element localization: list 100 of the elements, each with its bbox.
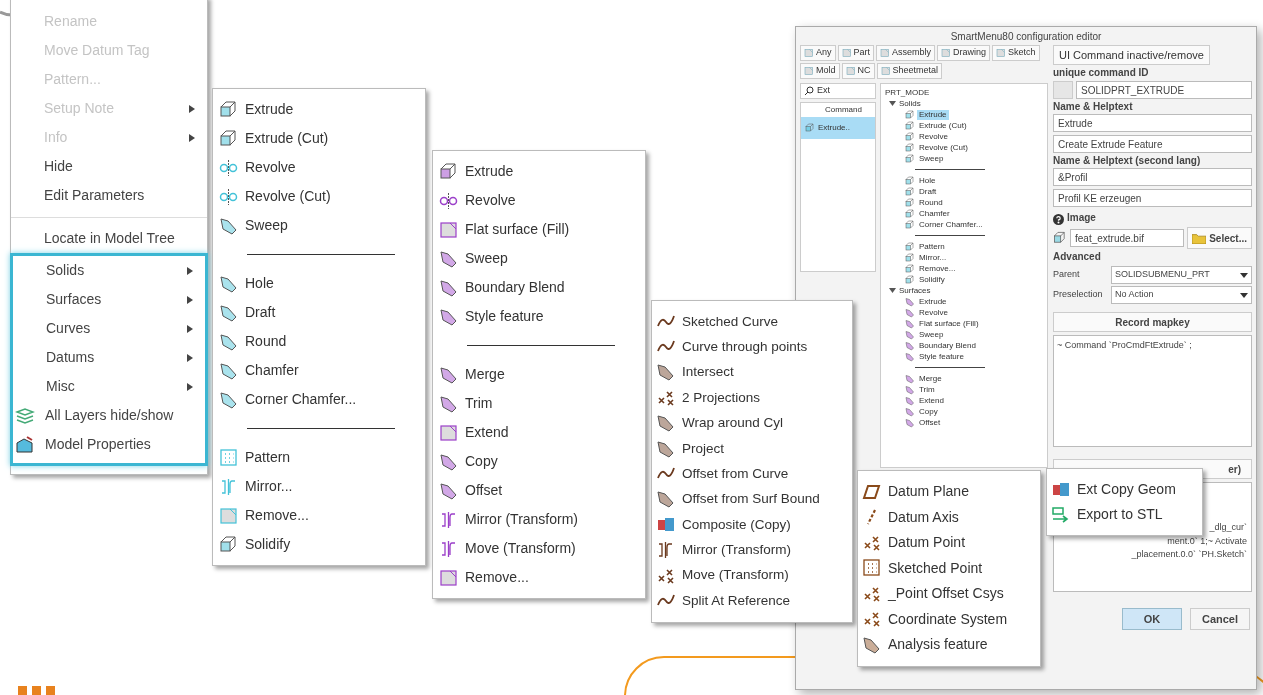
menu-item[interactable]: Solids bbox=[13, 256, 205, 285]
menu-item[interactable]: Remove... bbox=[213, 501, 425, 530]
tree-node[interactable]: Corner Chamfer... bbox=[917, 219, 985, 230]
menu-item[interactable]: Curve through points bbox=[652, 334, 852, 360]
expanded-caret-icon[interactable] bbox=[889, 287, 896, 294]
menu-item[interactable]: Wrap around Cyl bbox=[652, 410, 852, 436]
text-field[interactable]: SOLIDPRT_EXTRUDE bbox=[1076, 81, 1252, 99]
menu-item[interactable]: Mirror (Transform) bbox=[433, 505, 645, 534]
menu-item[interactable]: Revolve bbox=[433, 186, 645, 215]
menu-item[interactable]: Datum Axis bbox=[858, 504, 1040, 530]
tree-node[interactable]: Hole bbox=[917, 175, 938, 186]
dropdown[interactable]: SOLIDSUBMENU_PRT bbox=[1111, 266, 1252, 284]
tree-node[interactable]: Round bbox=[917, 197, 945, 208]
tree-node[interactable]: Surfaces bbox=[899, 284, 931, 297]
menu-item[interactable]: Coordinate System bbox=[858, 606, 1040, 632]
menu-item[interactable]: Misc bbox=[13, 372, 205, 401]
menu-item[interactable]: Boundary Blend bbox=[433, 273, 645, 302]
list-row[interactable]: Extrude.. bbox=[801, 117, 875, 139]
menu-item[interactable]: Extrude (Cut) bbox=[213, 124, 425, 153]
menu-item[interactable]: Chamfer bbox=[213, 356, 425, 385]
tab[interactable]: Any bbox=[800, 45, 836, 61]
tree-node[interactable]: Solids bbox=[899, 97, 921, 110]
menu-item[interactable]: Style feature bbox=[433, 302, 645, 331]
tree-node[interactable]: Flat surface (Fill) bbox=[917, 318, 981, 329]
tree-node[interactable]: Remove... bbox=[917, 263, 958, 274]
menu-item[interactable]: Merge bbox=[433, 360, 645, 389]
menu-item[interactable]: Datum Point bbox=[858, 530, 1040, 556]
tree-node[interactable]: Sweep bbox=[917, 329, 946, 340]
menu-item[interactable]: Flat surface (Fill) bbox=[433, 215, 645, 244]
menu-item[interactable]: Surfaces bbox=[13, 285, 205, 314]
tree-node[interactable]: Sweep bbox=[917, 153, 946, 164]
text-field[interactable]: Extrude bbox=[1053, 114, 1252, 132]
menu-item[interactable]: Sweep bbox=[433, 244, 645, 273]
tree-node[interactable]: Chamfer bbox=[917, 208, 952, 219]
text-field[interactable]: Create Extrude Feature bbox=[1053, 135, 1252, 153]
menu-item[interactable]: Extrude bbox=[213, 95, 425, 124]
tree-node[interactable]: Offset bbox=[917, 417, 943, 428]
menu-item[interactable]: Offset bbox=[433, 476, 645, 505]
tab[interactable]: Sheetmetal bbox=[876, 63, 943, 79]
menu-item[interactable]: Trim bbox=[433, 389, 645, 418]
menu-item[interactable]: Revolve (Cut) bbox=[213, 182, 425, 211]
menu-item[interactable]: Offset from Curve bbox=[652, 461, 852, 487]
menu-item[interactable]: Draft bbox=[213, 298, 425, 327]
tab[interactable]: Assembly bbox=[876, 45, 936, 61]
tree-node[interactable]: Draft bbox=[917, 186, 939, 197]
menu-item[interactable]: Sketched Point bbox=[858, 555, 1040, 581]
ok-button[interactable]: OK bbox=[1122, 608, 1182, 630]
tree-node[interactable]: Style feature bbox=[917, 351, 966, 362]
menu-item[interactable]: Intersect bbox=[652, 359, 852, 386]
menu-item[interactable]: Sketched Curve bbox=[652, 309, 852, 335]
menu-item[interactable]: Curves bbox=[13, 314, 205, 343]
text-field[interactable]: feat_extrude.bif bbox=[1070, 229, 1185, 247]
tree-node[interactable]: Extrude bbox=[917, 296, 949, 307]
tree-node[interactable]: Solidify bbox=[917, 274, 947, 285]
tab[interactable]: NC bbox=[841, 63, 875, 79]
menu-item[interactable]: Locate in Model Tree bbox=[11, 224, 207, 253]
tree-node[interactable]: Merge bbox=[917, 373, 944, 384]
help-icon[interactable] bbox=[1053, 214, 1064, 225]
tree-node[interactable]: Revolve (Cut) bbox=[917, 142, 970, 153]
tree-node[interactable]: Copy bbox=[917, 406, 940, 417]
menu-item[interactable]: Project bbox=[652, 435, 852, 462]
menu-item[interactable]: Revolve bbox=[213, 153, 425, 182]
menu-item[interactable]: Copy bbox=[433, 447, 645, 476]
menu-item[interactable]: _Point Offset Csys bbox=[858, 581, 1040, 607]
dropdown[interactable]: No Action bbox=[1111, 286, 1252, 304]
tree-node[interactable]: Extrude (Cut) bbox=[917, 120, 969, 131]
menu-item[interactable]: Datums bbox=[13, 343, 205, 372]
tree-node[interactable]: Extend bbox=[917, 395, 946, 406]
tab[interactable]: Mold bbox=[800, 63, 840, 79]
search-field[interactable]: Ext bbox=[800, 83, 876, 99]
menu-item[interactable]: Round bbox=[213, 327, 425, 356]
menu-item[interactable]: Solidify bbox=[213, 530, 425, 559]
menu-item[interactable]: Hole bbox=[213, 269, 425, 298]
menu-item[interactable]: Extrude bbox=[433, 157, 645, 186]
menu-item[interactable]: All Layers hide/show bbox=[13, 401, 205, 430]
tab[interactable]: Sketch bbox=[992, 45, 1040, 61]
cancel-button[interactable]: Cancel bbox=[1190, 608, 1250, 630]
text-field[interactable]: &Profil bbox=[1053, 168, 1252, 186]
tree-node[interactable]: Mirror... bbox=[917, 252, 949, 263]
menu-item[interactable]: Composite (Copy) bbox=[652, 512, 852, 538]
tree-node[interactable]: Extrude bbox=[917, 109, 949, 120]
menu-item[interactable]: Corner Chamfer... bbox=[213, 385, 425, 414]
menu-item[interactable]: Split At Reference bbox=[652, 588, 852, 614]
menu-item[interactable]: Extend bbox=[433, 418, 645, 447]
tree-node[interactable]: Boundary Blend bbox=[917, 340, 978, 351]
menu-item[interactable]: Remove... bbox=[433, 563, 645, 592]
record-mapkey-button[interactable]: Record mapkey bbox=[1053, 312, 1252, 332]
select-button[interactable]: Select... bbox=[1187, 227, 1252, 249]
tab[interactable]: Drawing bbox=[937, 45, 991, 61]
tree-node[interactable]: Pattern bbox=[917, 241, 947, 252]
menu-item[interactable]: Mirror... bbox=[213, 472, 425, 501]
menu-item[interactable]: Offset from Surf Bound bbox=[652, 486, 852, 513]
menu-item[interactable]: 2 Projections bbox=[652, 385, 852, 411]
tab[interactable]: Part bbox=[837, 45, 875, 61]
tree-node[interactable]: Trim bbox=[917, 384, 937, 395]
menu-item[interactable]: Sweep bbox=[213, 211, 425, 240]
menu-item[interactable]: Analysis feature bbox=[858, 632, 1040, 658]
tree-node[interactable]: Revolve bbox=[917, 131, 950, 142]
menu-item[interactable]: Edit Parameters bbox=[11, 181, 207, 210]
menu-item[interactable]: Model Properties bbox=[13, 430, 205, 459]
